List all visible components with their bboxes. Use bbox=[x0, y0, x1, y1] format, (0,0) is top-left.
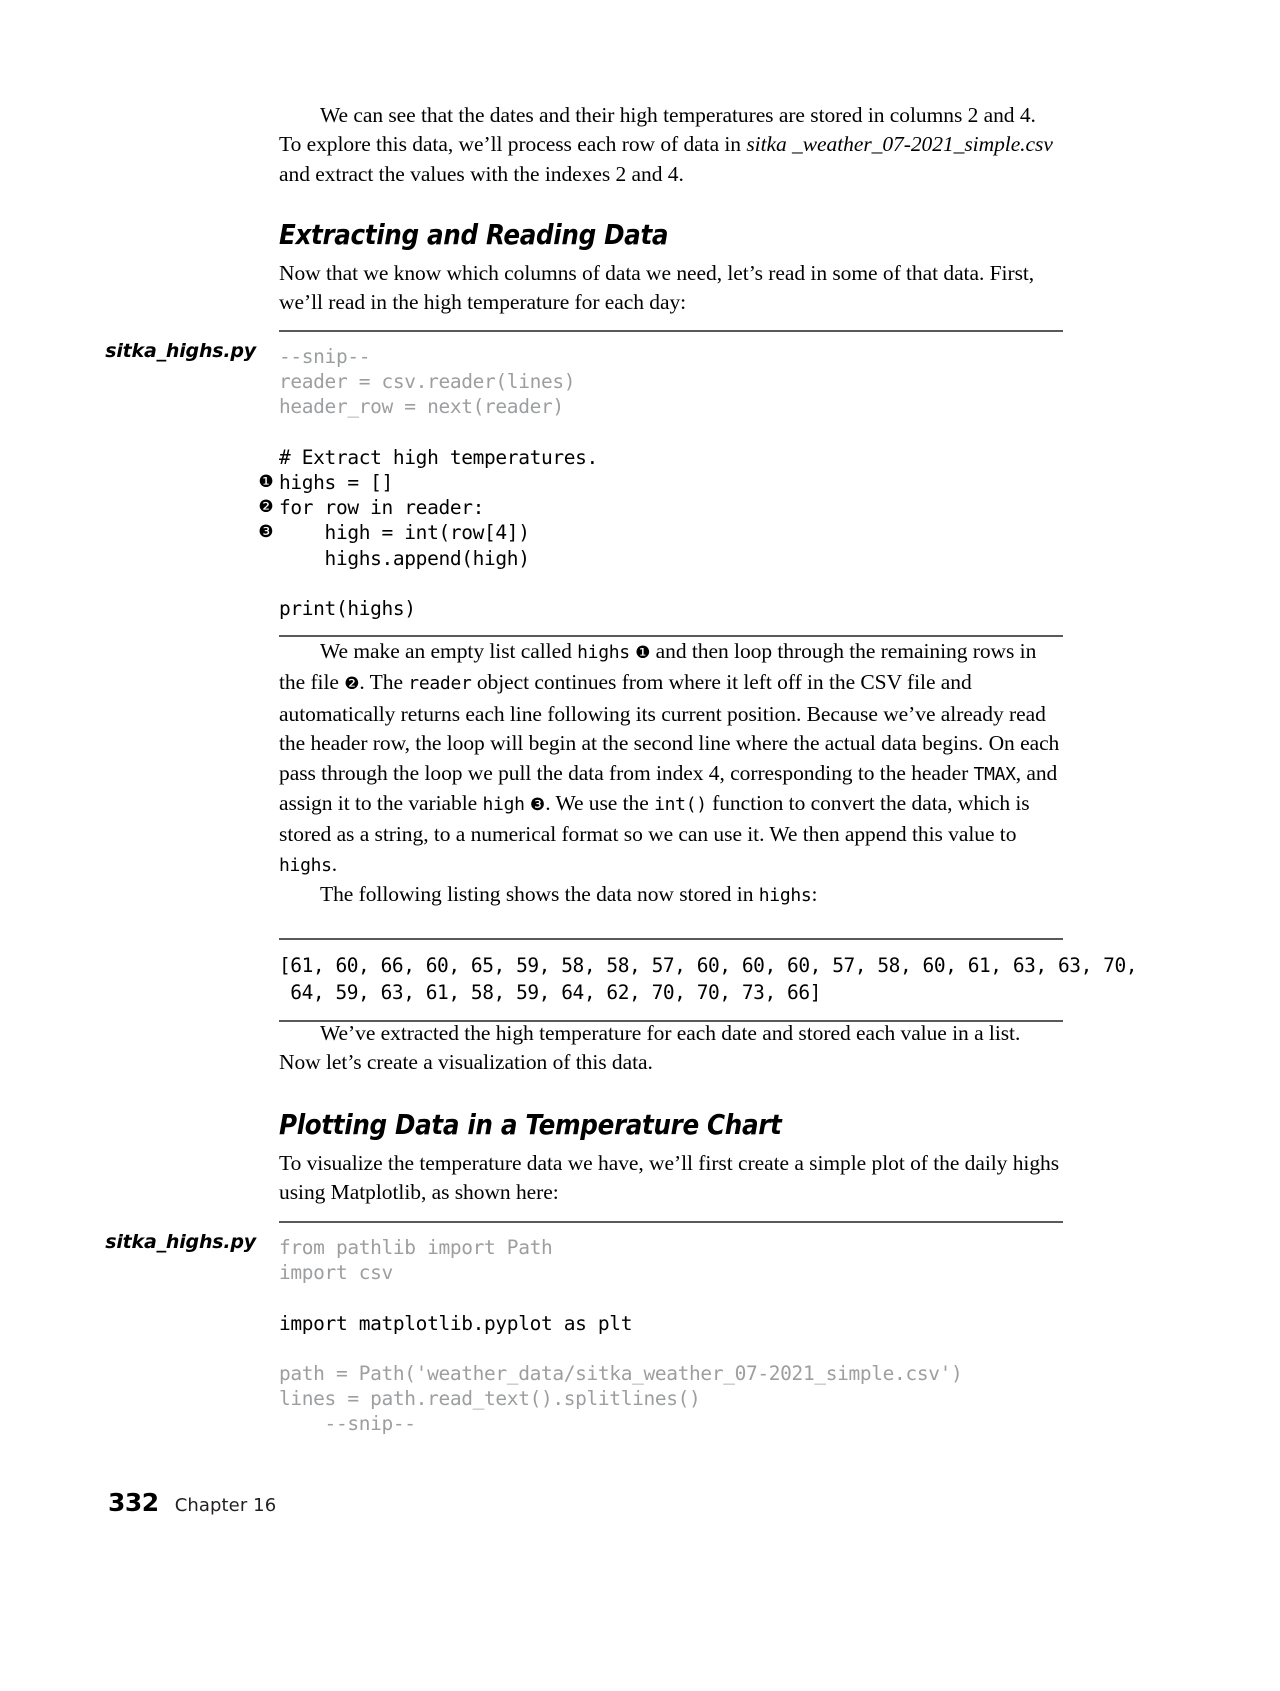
code-output-highs-list: [61, 60, 66, 60, 65, 59, 58, 58, 57, 60,… bbox=[279, 938, 1138, 1022]
listing2-block: from pathlib import Path import csv impo… bbox=[279, 1221, 1063, 1437]
inline-code-highs-3: highs bbox=[758, 885, 812, 907]
intro-filename-italic: sitka _weather_07-2021_simple.csv bbox=[746, 132, 1053, 157]
section2-intro-paragraph: To visualize the temperature data we hav… bbox=[279, 1151, 1060, 1205]
section-heading-extracting-and-reading-data: Extracting and Reading Data bbox=[279, 218, 669, 251]
expl2-text-b: : bbox=[811, 882, 818, 907]
explanation-paragraph-1: We make an empty list called highs ❶ and… bbox=[279, 637, 1063, 880]
output-line-1: [61, 60, 66, 60, 65, 59, 58, 58, 57, 60,… bbox=[279, 954, 1138, 977]
listing1-tail-line: print(highs) bbox=[279, 597, 416, 621]
callout-marker-3: ❸ bbox=[258, 522, 274, 543]
intro-text-part2: and extract the values with the indexes … bbox=[279, 161, 684, 186]
intro-paragraph: We can see that the dates and their high… bbox=[279, 101, 1063, 189]
inline-code-reader: reader bbox=[408, 673, 472, 695]
inline-callout-1: ❶ bbox=[635, 643, 651, 663]
page-number: 332 bbox=[108, 1488, 159, 1517]
listing2-dim-lines: from pathlib import Path import csv bbox=[279, 1236, 553, 1285]
running-head-chapter: Chapter 16 bbox=[174, 1495, 277, 1516]
listing1-block: ❶ ❷ ❸ --snip-- reader = csv.reader(lines… bbox=[258, 330, 1063, 638]
listing2-code: from pathlib import Path import csv impo… bbox=[279, 1235, 1063, 1437]
section-heading-plotting-data-in-a-temperature-chart: Plotting Data in a Temperature Chart bbox=[279, 1108, 782, 1141]
after-output-block: We’ve extracted the high temperature for… bbox=[279, 1019, 1063, 1078]
code-listing-2: from pathlib import Path import csv impo… bbox=[279, 1221, 1063, 1437]
section1-intro-block: Now that we know which columns of data w… bbox=[279, 259, 1063, 318]
listing2-body-line: import matplotlib.pyplot as plt bbox=[279, 1311, 633, 1335]
output-line-2: 64, 59, 63, 61, 58, 59, 64, 62, 70, 70, … bbox=[279, 981, 821, 1004]
section2-intro-block: To visualize the temperature data we hav… bbox=[279, 1149, 1063, 1208]
intro-paragraph-block: We can see that the dates and their high… bbox=[279, 101, 1063, 189]
listing1-body-lines: # Extract high temperatures. highs = [] … bbox=[279, 445, 598, 570]
page-footer: 332 Chapter 16 bbox=[108, 1488, 276, 1517]
expl-text-d: . The bbox=[359, 670, 409, 695]
after-output-paragraph: We’ve extracted the high temperature for… bbox=[279, 1021, 1021, 1075]
inline-callout-2: ❷ bbox=[344, 674, 360, 695]
inline-callout-3: ❸ bbox=[529, 795, 546, 816]
inline-code-int: int() bbox=[654, 794, 707, 816]
book-page: We can see that the dates and their high… bbox=[0, 0, 1280, 1691]
code-listing-1: ❶ ❷ ❸ --snip-- reader = csv.reader(lines… bbox=[258, 330, 1063, 638]
listing1-dim-lines: --snip-- reader = csv.reader(lines) head… bbox=[279, 345, 576, 419]
callout-marker-1: ❶ bbox=[258, 471, 274, 492]
listing1-file-label: sitka_highs.py bbox=[105, 340, 256, 362]
expl-text-a: We make an empty list called bbox=[320, 639, 578, 663]
inline-code-high: high bbox=[482, 794, 525, 816]
listing1-code: --snip-- reader = csv.reader(lines) head… bbox=[279, 344, 1063, 621]
callout-marker-2: ❷ bbox=[258, 497, 274, 518]
explanation-block: We make an empty list called highs ❶ and… bbox=[279, 637, 1063, 911]
section2-heading-block: Plotting Data in a Temperature Chart bbox=[279, 1108, 1063, 1141]
listing2-snip-line: --snip-- bbox=[279, 1412, 416, 1436]
listing1-callout-markers: ❶ ❷ ❸ bbox=[255, 344, 277, 546]
listing2-lines-line: lines = path.read_text().splitlines() bbox=[279, 1387, 701, 1411]
section1-intro-paragraph: Now that we know which columns of data w… bbox=[279, 261, 1035, 315]
inline-code-highs-1: highs bbox=[577, 642, 630, 663]
expl2-text-a: The following listing shows the data now… bbox=[320, 882, 759, 907]
explanation-paragraph-2: The following listing shows the data now… bbox=[279, 880, 1063, 910]
expl-text-j: . bbox=[331, 851, 338, 876]
inline-code-highs-2: highs bbox=[279, 854, 332, 876]
inline-code-tmax: TMAX bbox=[973, 763, 1016, 785]
listing2-file-label: sitka_highs.py bbox=[105, 1231, 256, 1253]
listing2-path-line: path = Path('weather_data/sitka_weather_… bbox=[279, 1362, 963, 1386]
output-listing-block: [61, 60, 66, 60, 65, 59, 58, 58, 57, 60,… bbox=[279, 938, 1138, 1022]
section1-heading-block: Extracting and Reading Data bbox=[279, 218, 1063, 251]
expl-text-h: . We use the bbox=[545, 791, 655, 816]
